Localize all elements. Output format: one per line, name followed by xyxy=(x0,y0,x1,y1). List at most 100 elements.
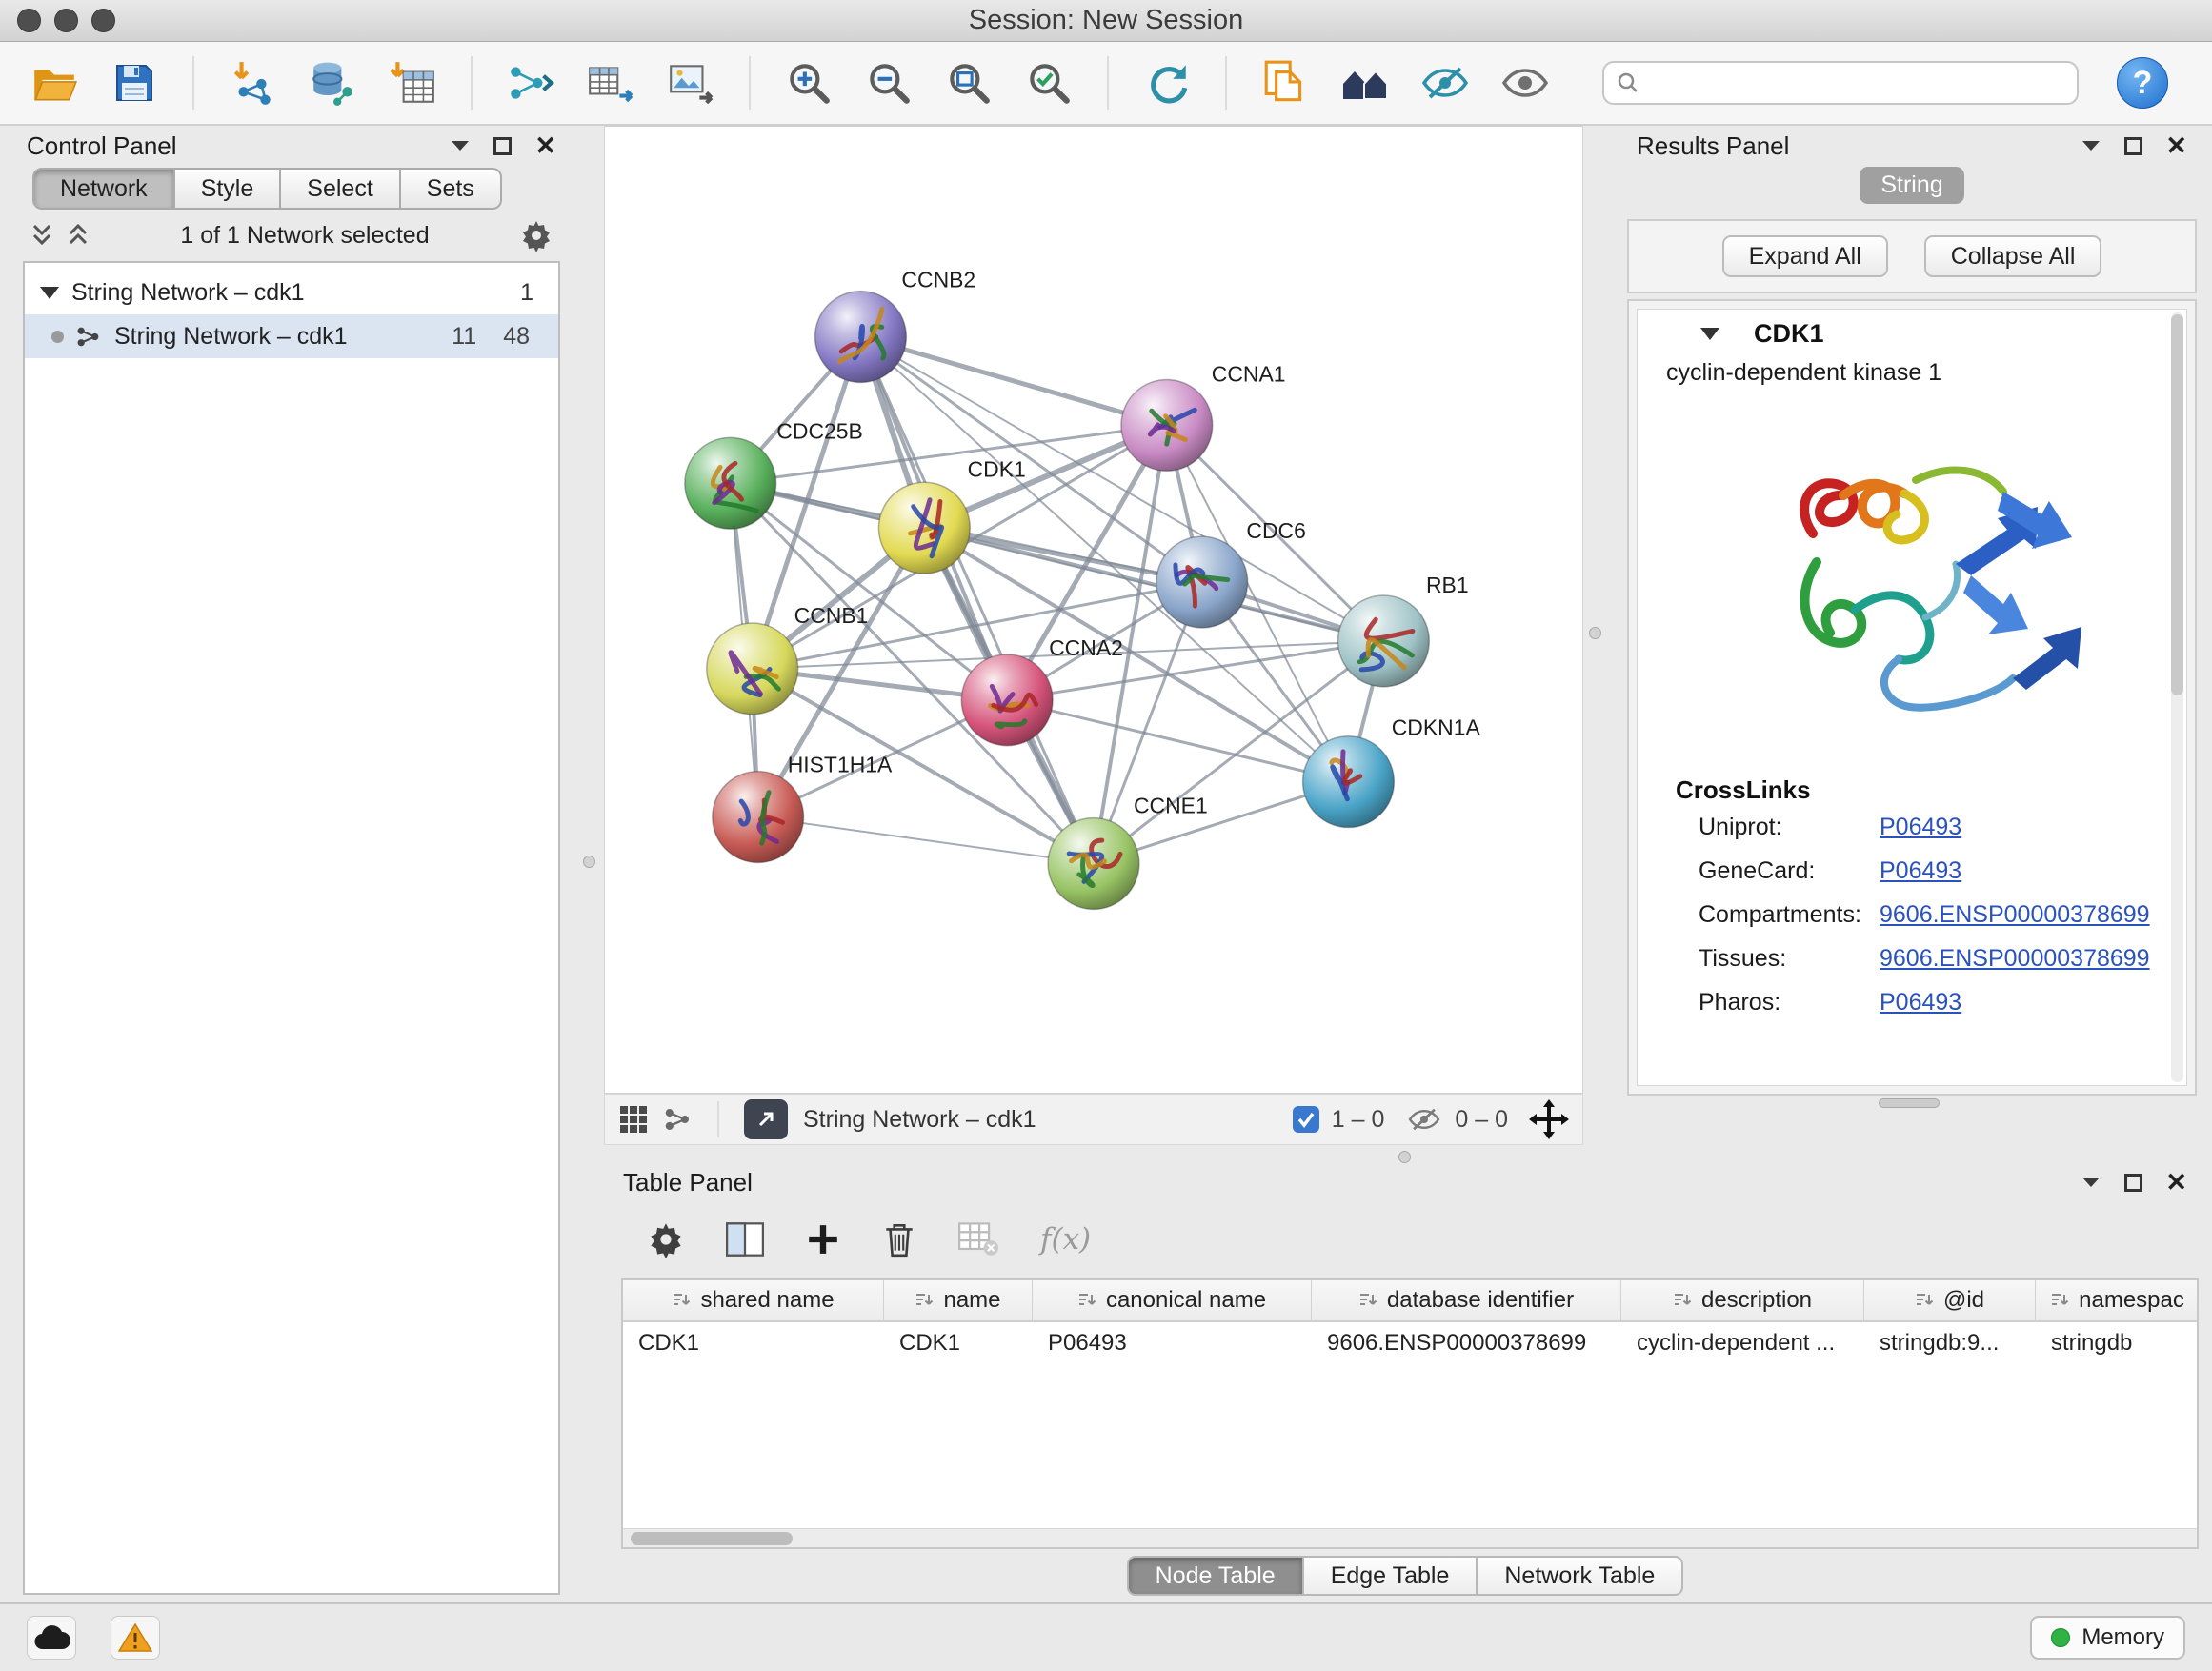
cell-shared-name[interactable]: CDK1 xyxy=(623,1322,884,1364)
close-window-button[interactable] xyxy=(17,9,41,32)
results-splitter-grip[interactable] xyxy=(1879,1098,1940,1108)
network-node-ccnb1[interactable] xyxy=(707,623,798,715)
tab-node-table[interactable]: Node Table xyxy=(1127,1556,1304,1596)
network-node-cdk1[interactable] xyxy=(878,482,970,574)
cell-canonical-name[interactable]: P06493 xyxy=(1033,1322,1312,1364)
collapse-gene-triangle-icon[interactable] xyxy=(1700,328,1719,340)
scrollbar-thumb[interactable] xyxy=(631,1532,793,1545)
show-details-button[interactable] xyxy=(1494,51,1557,114)
crosslink-compartments[interactable]: 9606.ENSP00000378699 xyxy=(1880,901,2150,929)
table-menu-button[interactable] xyxy=(2081,1176,2101,1189)
tab-select[interactable]: Select xyxy=(281,168,400,210)
column-header-name[interactable]: name xyxy=(884,1280,1033,1320)
export-table-button[interactable] xyxy=(579,51,642,114)
network-collection-row[interactable]: String Network – cdk1 1 xyxy=(25,271,558,314)
crosslink-tissues[interactable]: 9606.ENSP00000378699 xyxy=(1880,945,2150,973)
expand-all-button[interactable]: Expand All xyxy=(1722,235,1888,277)
right-splitter-grip[interactable] xyxy=(1589,627,1601,639)
column-header-database-identifier[interactable]: database identifier xyxy=(1312,1280,1621,1320)
column-header-namespace[interactable]: namespac xyxy=(2036,1280,2199,1320)
duplicate-network-button[interactable] xyxy=(1254,51,1317,114)
cell-name[interactable]: CDK1 xyxy=(884,1322,1033,1364)
function-builder-button[interactable]: f(x) xyxy=(1040,1222,1091,1257)
gene-header[interactable]: CDK1 xyxy=(1638,310,2186,357)
export-image-button[interactable] xyxy=(659,51,722,114)
delete-table-button[interactable] xyxy=(958,1222,998,1257)
pan-move-icon[interactable] xyxy=(1529,1099,1569,1139)
network-node-ccnb2[interactable] xyxy=(815,292,907,383)
show-columns-button[interactable] xyxy=(726,1222,764,1257)
network-row-selected[interactable]: String Network – cdk1 11 48 xyxy=(25,314,558,358)
add-column-button[interactable] xyxy=(806,1222,840,1257)
tab-network[interactable]: Network xyxy=(32,168,175,210)
network-node-ccna2[interactable] xyxy=(961,654,1053,746)
zoom-fit-button[interactable] xyxy=(937,51,1000,114)
column-header-id[interactable]: @id xyxy=(1864,1280,2036,1320)
crosslink-uniprot[interactable]: P06493 xyxy=(1880,814,1961,841)
network-node-cdkn1a[interactable] xyxy=(1303,736,1395,828)
network-node-ccna1[interactable] xyxy=(1121,379,1213,471)
column-header-canonical-name[interactable]: canonical name xyxy=(1033,1280,1312,1320)
table-close-button[interactable]: ✕ xyxy=(2165,1170,2187,1196)
crosslink-pharos[interactable]: P06493 xyxy=(1880,989,1961,1017)
hidden-eye-slash-icon[interactable] xyxy=(1405,1103,1443,1136)
tab-style[interactable]: Style xyxy=(175,168,282,210)
refresh-button[interactable] xyxy=(1136,51,1198,114)
cell-id[interactable]: stringdb:9... xyxy=(1864,1322,2036,1364)
cell-namespace[interactable]: stringdb xyxy=(2036,1322,2199,1364)
results-close-button[interactable]: ✕ xyxy=(2165,133,2187,159)
hide-details-button[interactable] xyxy=(1414,51,1477,114)
tab-edge-table[interactable]: Edge Table xyxy=(1304,1556,1478,1596)
left-splitter-grip[interactable] xyxy=(583,856,595,868)
network-graph[interactable]: CCNB2CCNA1CDC25BCDK1CDC6RB1CCNB1CCNA2CDK… xyxy=(605,127,1582,1093)
panel-menu-button[interactable] xyxy=(450,139,471,152)
cell-description[interactable]: cyclin-dependent ... xyxy=(1621,1322,1864,1364)
search-input[interactable] xyxy=(1650,70,2065,96)
panel-float-button[interactable] xyxy=(493,137,512,155)
zoom-in-button[interactable] xyxy=(777,51,840,114)
help-button[interactable]: ? xyxy=(2117,57,2168,109)
search-box[interactable] xyxy=(1602,61,2079,105)
zoom-window-button[interactable] xyxy=(91,9,115,32)
import-table-button[interactable] xyxy=(381,51,444,114)
network-edge[interactable] xyxy=(758,817,1094,864)
panel-close-button[interactable]: ✕ xyxy=(534,133,556,159)
grid-view-button[interactable] xyxy=(618,1104,649,1135)
cell-database-identifier[interactable]: 9606.ENSP00000378699 xyxy=(1312,1322,1621,1364)
show-panels-button[interactable] xyxy=(1334,51,1397,114)
export-network-button[interactable] xyxy=(499,51,562,114)
table-float-button[interactable] xyxy=(2124,1174,2142,1192)
network-canvas[interactable]: CCNB2CCNA1CDC25BCDK1CDC6RB1CCNB1CCNA2CDK… xyxy=(604,126,1583,1094)
network-edge[interactable] xyxy=(860,337,1094,864)
network-node-ccne1[interactable] xyxy=(1048,818,1139,910)
save-session-button[interactable] xyxy=(103,51,166,114)
bottom-splitter-grip[interactable] xyxy=(1398,1151,1411,1163)
results-menu-button[interactable] xyxy=(2081,139,2101,152)
network-edge[interactable] xyxy=(860,337,1166,426)
cloud-status-button[interactable] xyxy=(27,1616,76,1660)
tab-network-table[interactable]: Network Table xyxy=(1478,1556,1683,1596)
memory-button[interactable]: Memory xyxy=(2030,1616,2185,1660)
string-results-tab[interactable]: String xyxy=(1860,167,1963,204)
collapse-all-networks-button[interactable] xyxy=(67,223,90,248)
minimize-window-button[interactable] xyxy=(54,9,78,32)
collapse-all-button[interactable]: Collapse All xyxy=(1924,235,2102,277)
import-network-file-button[interactable] xyxy=(221,51,284,114)
results-scrollbar-thumb[interactable] xyxy=(2171,314,2183,695)
table-row[interactable]: CDK1 CDK1 P06493 9606.ENSP00000378699 cy… xyxy=(623,1322,2197,1364)
crosslink-genecard[interactable]: P06493 xyxy=(1880,857,1961,885)
selected-checkbox-icon[interactable] xyxy=(1292,1105,1320,1134)
detach-view-button[interactable] xyxy=(744,1099,788,1139)
zoom-out-button[interactable] xyxy=(857,51,920,114)
expand-triangle-icon[interactable] xyxy=(40,287,59,299)
network-node-cdc25b[interactable] xyxy=(685,437,776,529)
results-float-button[interactable] xyxy=(2124,137,2142,155)
network-node-rb1[interactable] xyxy=(1337,595,1429,687)
zoom-selected-button[interactable] xyxy=(1017,51,1080,114)
warnings-button[interactable] xyxy=(111,1616,160,1660)
network-options-button[interactable] xyxy=(520,219,553,252)
import-network-database-button[interactable] xyxy=(301,51,364,114)
column-header-description[interactable]: description xyxy=(1621,1280,1864,1320)
network-node-cdc6[interactable] xyxy=(1156,536,1248,628)
table-settings-button[interactable] xyxy=(648,1221,684,1258)
